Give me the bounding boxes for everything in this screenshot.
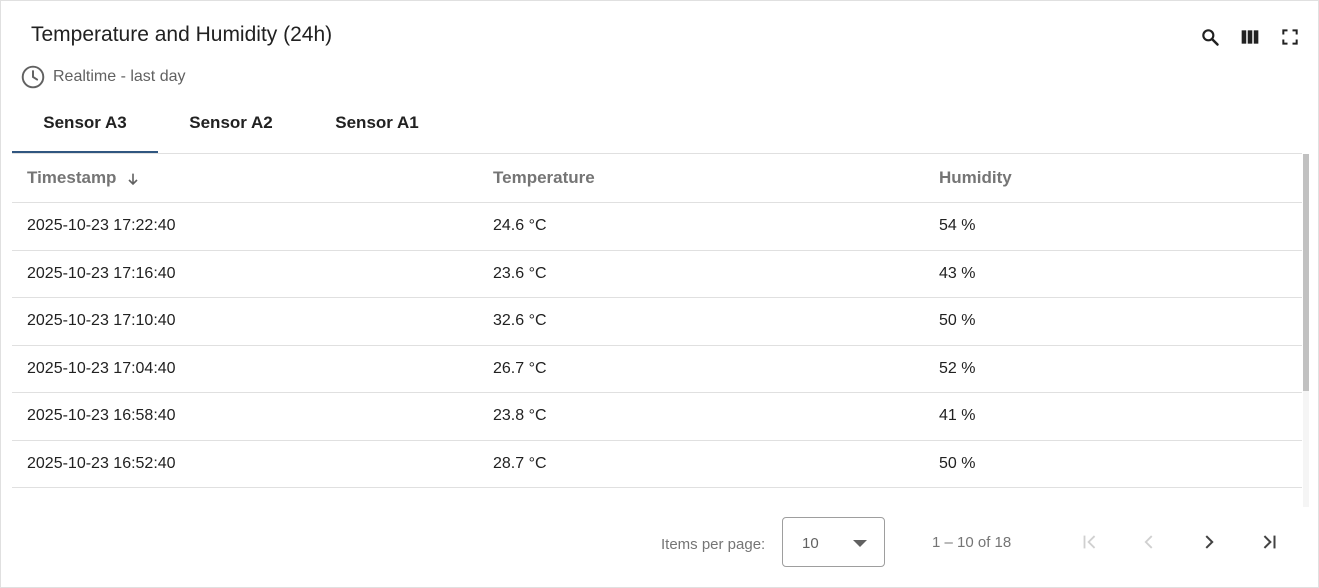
table-header-row: Timestamp Temperature Humidity (12, 154, 1302, 203)
table-row[interactable]: 2025-10-23 16:52:40 28.7 °C 50 % (12, 440, 1302, 488)
column-header-humidity[interactable]: Humidity (924, 154, 1302, 203)
first-page-icon (1083, 535, 1096, 549)
dropdown-caret-icon (853, 540, 867, 547)
cell-humidity: 41 % (924, 392, 1302, 441)
sort-descending-icon (128, 173, 138, 185)
first-page-button[interactable] (1077, 529, 1103, 555)
search-button[interactable] (1198, 25, 1222, 49)
cell-timestamp: 2025-10-23 17:22:40 (12, 202, 478, 251)
cell-humidity: 52 % (924, 345, 1302, 393)
chevron-left-icon (1144, 535, 1153, 549)
table-scrollbar[interactable] (1303, 154, 1309, 507)
columns-button[interactable] (1238, 25, 1262, 49)
data-table: Timestamp Temperature Humidity 2025-10-2… (12, 154, 1302, 488)
widget-title: Temperature and Humidity (24h) (31, 23, 333, 46)
items-per-page-label: Items per page: (661, 536, 766, 553)
widget-card: Temperature and Humidity (24h) Realtime … (0, 0, 1319, 588)
previous-page-button[interactable] (1136, 529, 1162, 555)
items-per-page-value: 10 (802, 535, 819, 552)
column-header-temperature[interactable]: Temperature (478, 154, 924, 203)
chevron-right-icon (1205, 535, 1214, 549)
cell-timestamp: 2025-10-23 17:04:40 (12, 345, 478, 393)
last-page-button[interactable] (1256, 529, 1282, 555)
timewindow-text: Realtime - last day (53, 68, 186, 85)
paginator: Items per page: 10 1 – 10 of 18 (1, 507, 1318, 587)
cell-humidity: 54 % (924, 202, 1302, 251)
columns-icon (1241, 30, 1259, 44)
fullscreen-button[interactable] (1278, 25, 1302, 49)
data-table-container: Timestamp Temperature Humidity 2025-10-2… (12, 154, 1309, 507)
table-row[interactable]: 2025-10-23 17:22:40 24.6 °C 54 % (12, 202, 1302, 251)
column-header-label: Humidity (939, 168, 1012, 187)
column-header-timestamp[interactable]: Timestamp (12, 154, 478, 203)
tab-sensor-a3[interactable]: Sensor A3 (12, 95, 158, 153)
tab-sensor-a2[interactable]: Sensor A2 (158, 95, 304, 151)
table-row[interactable]: 2025-10-23 17:10:40 32.6 °C 50 % (12, 297, 1302, 346)
cell-temperature: 26.7 °C (478, 345, 924, 393)
cell-temperature: 23.6 °C (478, 250, 924, 298)
cell-temperature: 24.6 °C (478, 202, 924, 251)
table-row[interactable]: 2025-10-23 16:58:40 23.8 °C 41 % (12, 392, 1302, 441)
cell-humidity: 43 % (924, 250, 1302, 298)
tab-sensor-a1[interactable]: Sensor A1 (304, 95, 450, 151)
sensor-tabs: Sensor A3 Sensor A2 Sensor A1 (12, 95, 1302, 154)
cell-timestamp: 2025-10-23 17:10:40 (12, 297, 478, 346)
cell-timestamp: 2025-10-23 16:52:40 (12, 440, 478, 488)
page-range-label: 1 – 10 of 18 (932, 534, 1012, 551)
table-row[interactable]: 2025-10-23 17:16:40 23.6 °C 43 % (12, 250, 1302, 298)
cell-humidity: 50 % (924, 297, 1302, 346)
column-header-label: Timestamp (27, 168, 117, 187)
scrollbar-thumb[interactable] (1303, 154, 1309, 391)
search-icon (1202, 29, 1219, 46)
cell-temperature: 23.8 °C (478, 392, 924, 441)
items-per-page-select[interactable]: 10 (782, 517, 885, 567)
cell-temperature: 28.7 °C (478, 440, 924, 488)
cell-humidity: 50 % (924, 440, 1302, 488)
clock-icon (21, 65, 45, 89)
cell-timestamp: 2025-10-23 16:58:40 (12, 392, 478, 441)
cell-temperature: 32.6 °C (478, 297, 924, 346)
table-row[interactable]: 2025-10-23 17:04:40 26.7 °C 52 % (12, 345, 1302, 393)
cell-timestamp: 2025-10-23 17:16:40 (12, 250, 478, 298)
timewindow-label[interactable]: Realtime - last day (20, 64, 186, 90)
fullscreen-icon (1282, 29, 1298, 45)
last-page-icon (1263, 535, 1276, 549)
header-actions (1198, 25, 1302, 49)
next-page-button[interactable] (1196, 529, 1222, 555)
column-header-label: Temperature (493, 168, 595, 187)
